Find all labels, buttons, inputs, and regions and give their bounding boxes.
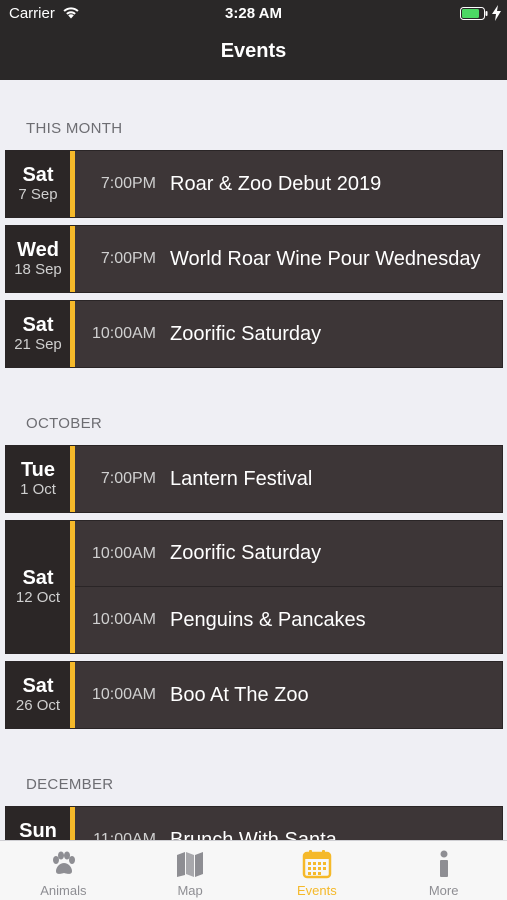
map-icon: [175, 849, 205, 883]
day-date: 1 Oct: [20, 481, 56, 498]
day-group: Sun8 Dec 11:00AM Brunch With Santa: [5, 806, 503, 840]
date-badge: Sun8 Dec: [6, 807, 70, 840]
event-row[interactable]: 10:00AM Zoorific Saturday: [75, 301, 502, 367]
day-events: 10:00AM Zoorific Saturday: [75, 301, 502, 367]
status-bar: Carrier 3:28 AM: [0, 0, 507, 28]
event-time: 10:00AM: [91, 544, 156, 562]
day-group: Wed 18 Sep 7:00PM World Roar Wine Pour Wedn…: [5, 225, 503, 293]
event-row[interactable]: 10:00AM Zoorific Saturday: [75, 521, 502, 587]
event-time: 10:00AM: [91, 611, 156, 628]
date-badge: Sat 26 Oct: [6, 662, 70, 728]
paw-icon: [48, 849, 78, 883]
calendar-icon: [302, 849, 332, 883]
event-title: World Roar Wine Pour Wednesday: [170, 247, 481, 270]
day-events: 7:00PM Lantern Festival: [75, 446, 502, 512]
event-time: 7:00PM: [100, 470, 156, 487]
day-group: Sat 21 Sep 10:00AM Zoorific Saturday: [5, 300, 503, 368]
tab-label: Map: [177, 883, 203, 898]
day-group: Tue 1 Oct 7:00PM Lantern Festival: [5, 445, 503, 513]
event-row[interactable]: 11:00AM Brunch With Santa: [75, 807, 502, 841]
page-title: Events: [220, 40, 287, 62]
date-badge: Sat 7 Sep: [6, 151, 70, 217]
tab-events[interactable]: Events: [254, 841, 381, 900]
event-time: 7:00PM: [100, 250, 156, 267]
date-badge: Sat 21 Sep: [6, 301, 70, 367]
day-events: 10:00AM Zoorific Saturday 10:00AM Penguins …: [75, 521, 502, 653]
event-time: 10:00AM: [91, 686, 156, 703]
section-header: THIS MONTH: [26, 120, 123, 137]
event-title: Boo At The Zoo: [170, 683, 309, 706]
event-title: Penguins & Pancakes: [170, 608, 366, 631]
charging-bolt-icon: [492, 5, 501, 21]
day-date: 26 Oct: [15, 697, 61, 714]
event-row[interactable]: 7:00PM Roar & Zoo Debut 2019: [75, 151, 502, 217]
day-of-week: Sat: [22, 314, 54, 336]
event-row[interactable]: 7:00PM World Roar Wine Pour Wednesday: [75, 226, 502, 292]
section-header: OCTOBER: [26, 415, 103, 432]
event-time: 11:00AM: [93, 831, 156, 840]
tab-label: Events: [297, 883, 337, 898]
day-date: 7 Sep: [18, 186, 58, 203]
info-icon: [429, 849, 459, 883]
event-time: 7:00PM: [100, 175, 156, 192]
tab-label: Animals: [40, 883, 87, 898]
event-row[interactable]: 10:00AM Boo At The Zoo: [75, 662, 502, 728]
navigation-bar: Carrier 3:28 AM Events: [0, 0, 507, 80]
day-events: 7:00PM Roar & Zoo Debut 2019: [75, 151, 502, 217]
day-date: 12 Oct: [15, 589, 61, 606]
date-badge: Wed 18 Sep: [6, 226, 70, 292]
day-date: 21 Sep: [14, 336, 62, 353]
section-header: DECEMBER: [26, 776, 114, 793]
date-badge: Tue 1 Oct: [6, 446, 70, 512]
battery-icon: [460, 7, 488, 20]
day-of-week: Sat: [22, 567, 54, 589]
tab-animals[interactable]: Animals: [0, 841, 127, 900]
tab-bar: Animals Map Events More: [0, 840, 507, 900]
event-row[interactable]: 7:00PM Lantern Festival: [75, 446, 502, 512]
day-events: 10:00AM Boo At The Zoo: [75, 662, 502, 728]
tab-map[interactable]: Map: [127, 841, 254, 900]
tab-more[interactable]: More: [380, 841, 507, 900]
day-date: 18 Sep: [14, 261, 62, 278]
event-row[interactable]: 10:00AM Penguins & Pancakes: [75, 587, 502, 653]
day-events: 7:00PM World Roar Wine Pour Wednesday: [75, 226, 502, 292]
event-title: Lantern Festival: [170, 467, 313, 490]
event-title: Roar & Zoo Debut 2019: [170, 172, 382, 195]
event-time: 10:00AM: [91, 325, 156, 342]
event-title: Brunch With Santa: [170, 828, 337, 841]
day-group: Sat 7 Sep 7:00PM Roar & Zoo Debut 2019: [5, 150, 503, 218]
events-list[interactable]: THIS MONTH Sat 7 Sep 7:00PM Roar & Zoo Debut…: [0, 80, 507, 840]
status-time: 3:28 AM: [225, 5, 282, 22]
day-group: Sat 26 Oct 10:00AM Boo At The Zoo: [5, 661, 503, 729]
day-of-week: Sun: [19, 820, 57, 840]
tab-label: More: [428, 883, 459, 898]
day-events: 11:00AM Brunch With Santa: [75, 807, 502, 841]
event-title: Zoorific Saturday: [170, 542, 322, 564]
day-of-week: Wed: [17, 239, 59, 261]
event-title: Zoorific Saturday: [170, 322, 322, 345]
day-of-week: Tue: [20, 459, 56, 481]
day-group: Sat 12 Oct 10:00AM Zoorific Saturday 10:00AM…: [5, 520, 503, 654]
day-of-week: Sat: [22, 675, 54, 697]
date-badge: Sat 12 Oct: [6, 521, 70, 653]
day-of-week: Sat: [22, 164, 54, 186]
